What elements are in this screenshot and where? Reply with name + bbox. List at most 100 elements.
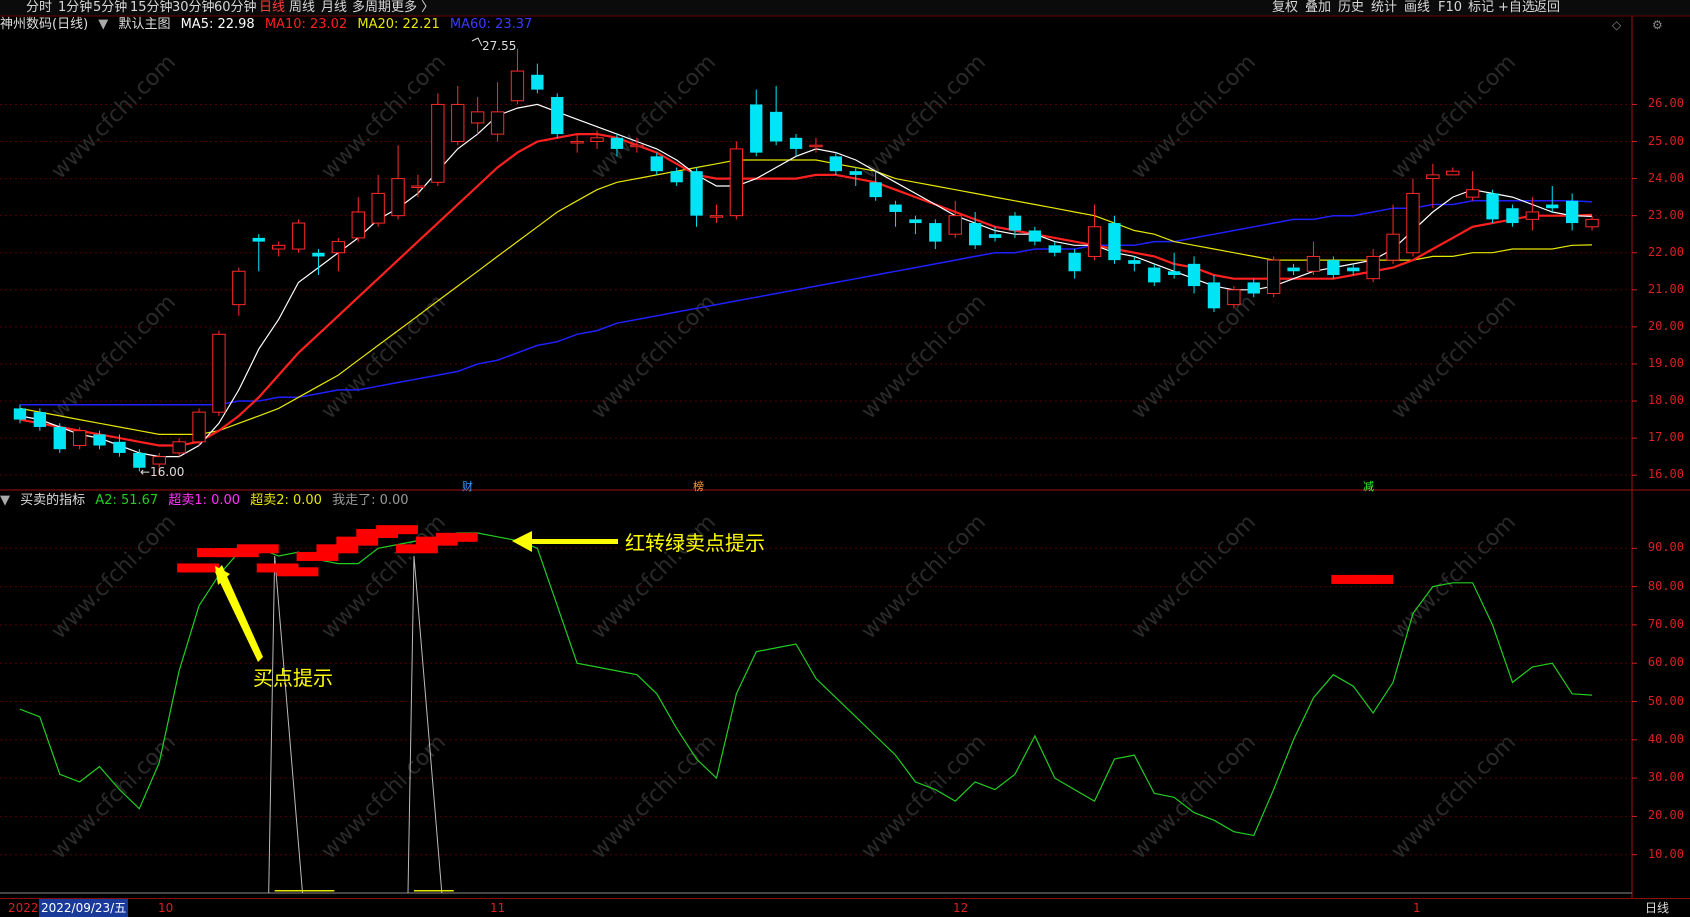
candle-body	[1287, 267, 1300, 272]
sell-point-annotation: 红转绿卖点提示	[625, 531, 765, 555]
watermark-text: www.cfchi.com	[1387, 50, 1521, 184]
candle-body	[1227, 289, 1241, 306]
candle-body	[1306, 255, 1321, 272]
candle-body	[1108, 223, 1121, 261]
candle-body	[192, 411, 206, 443]
candle-body	[988, 234, 1002, 238]
watermark-text: www.cfchi.com	[317, 730, 451, 864]
candle-body	[312, 252, 325, 257]
candle-body	[391, 178, 405, 217]
candle-body	[769, 111, 783, 142]
candle-body	[53, 426, 66, 450]
candle-body	[789, 137, 803, 149]
watermark-text: www.cfchi.com	[1387, 730, 1521, 864]
indicator-tick-label: 80.00	[1647, 578, 1684, 593]
candle-body	[551, 97, 564, 135]
candle-body	[1148, 267, 1161, 283]
candle-body	[33, 412, 47, 427]
candle-body	[610, 137, 624, 149]
price-tick-label: 21.00	[1647, 281, 1684, 296]
signal-bar	[1351, 574, 1394, 584]
indicator-tick-label: 10.00	[1647, 846, 1684, 861]
price-tick-label: 22.00	[1647, 244, 1684, 259]
watermark-text: www.cfchi.com	[857, 50, 991, 184]
candle-body	[1406, 192, 1420, 254]
candle-body	[1347, 267, 1360, 272]
candle-body	[172, 441, 186, 454]
candle-body	[1327, 260, 1340, 275]
price-tick-label: 25.00	[1647, 133, 1684, 148]
indicator-spike	[268, 555, 304, 894]
year-label: 2022	[8, 901, 39, 915]
event-tag-list[interactable]: 榜	[693, 478, 704, 494]
watermark-text: www.cfchi.com	[317, 290, 451, 424]
signal-bar	[435, 532, 478, 542]
watermark-text: www.cfchi.com	[47, 50, 181, 184]
candle-body	[1506, 208, 1519, 224]
candlestick-chart[interactable]: www.cfchi.com www.cfchi.com www.cfchi.com w…	[0, 0, 1690, 916]
candle-body	[869, 182, 882, 198]
price-tick-label: 16.00	[1647, 467, 1684, 482]
current-date-label: 2022/09/23/五	[39, 899, 129, 917]
candle-body	[271, 244, 286, 250]
month-dec-label: 12	[953, 901, 969, 915]
price-tick-label: 24.00	[1647, 170, 1684, 185]
indicator-tick-label: 40.00	[1647, 731, 1684, 746]
watermark-text: www.cfchi.com	[857, 290, 991, 424]
watermark-text: www.cfchi.com	[1127, 290, 1261, 424]
candle-body	[451, 103, 465, 143]
indicator-tick-label: 90.00	[1647, 540, 1684, 555]
high-marker-line	[471, 37, 483, 47]
price-tick-label: 17.00	[1647, 430, 1684, 445]
candle-body	[1386, 233, 1400, 261]
candle-body	[690, 171, 703, 216]
candle-body	[570, 141, 584, 144]
candle-body	[1167, 271, 1181, 275]
event-tag-finance[interactable]: 财	[462, 478, 473, 494]
candle-body	[252, 237, 265, 242]
candle-body	[849, 171, 862, 175]
candle-body	[411, 185, 425, 188]
price-tick-label: 18.00	[1647, 393, 1684, 408]
watermark-text: www.cfchi.com	[47, 510, 181, 644]
signal-bar	[236, 544, 279, 554]
candle-body	[291, 222, 306, 250]
candle-body	[1266, 259, 1281, 295]
candle-body	[590, 137, 604, 143]
candle-body	[1426, 174, 1440, 180]
indicator-tick-label: 30.00	[1647, 770, 1684, 785]
candle-body	[650, 156, 663, 172]
signal-bar	[316, 544, 359, 554]
period-label: 日线	[1645, 901, 1670, 915]
candle-body	[1128, 260, 1141, 264]
watermark-text: www.cfchi.com	[1127, 510, 1261, 644]
candle-body	[371, 192, 385, 224]
candle-body	[510, 70, 525, 102]
signal-bar	[276, 567, 319, 577]
candle-body	[152, 456, 166, 465]
indicator-spike	[407, 555, 443, 894]
candle-body	[948, 215, 962, 235]
candle-body	[1486, 193, 1499, 220]
event-tag-reduce[interactable]: 减	[1363, 478, 1374, 494]
buy-point-annotation: 买点提示	[253, 666, 333, 690]
candle-body	[1187, 263, 1201, 287]
candle-body	[809, 144, 823, 148]
ma60-line	[19, 200, 1593, 406]
candle-body	[232, 270, 246, 306]
indicator-tick-label: 20.00	[1647, 808, 1684, 823]
watermark-text: www.cfchi.com	[1127, 730, 1261, 864]
candle-body	[670, 171, 683, 183]
candle-body	[212, 333, 226, 413]
candle-body	[968, 223, 982, 246]
signal-bar	[396, 544, 438, 554]
candle-body	[1525, 211, 1540, 220]
candle-body	[1565, 200, 1579, 224]
candle-body	[729, 148, 744, 217]
candle-body	[709, 215, 724, 218]
candle-body	[1028, 230, 1042, 242]
price-tick-label: 23.00	[1647, 207, 1684, 222]
candle-body	[1546, 204, 1559, 209]
low-price-marker: ←16.00	[140, 465, 185, 479]
indicator-tick-label: 50.00	[1647, 693, 1684, 708]
